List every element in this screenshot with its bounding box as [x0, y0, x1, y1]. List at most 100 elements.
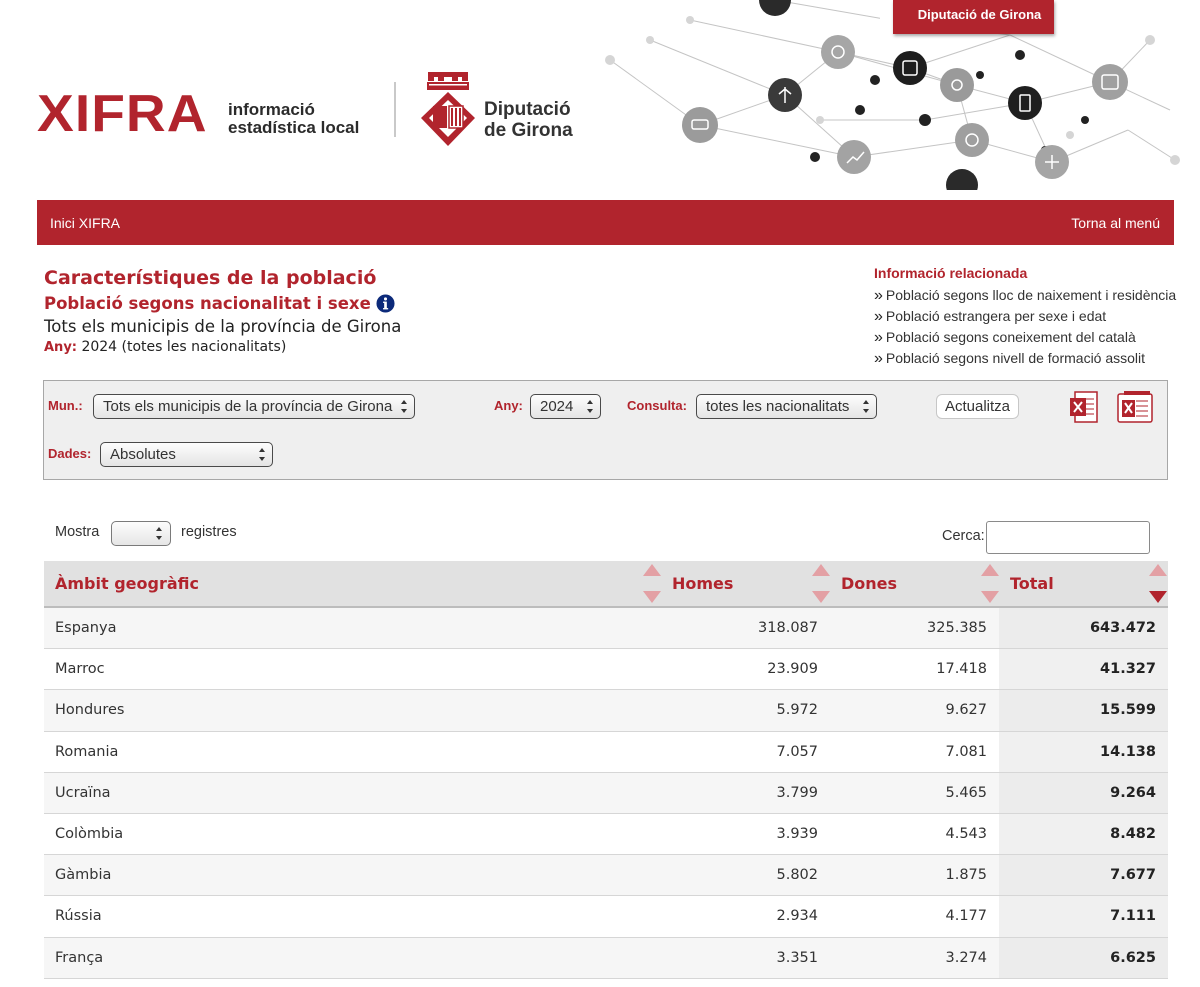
cell-total: 9.264	[1110, 784, 1156, 801]
table-row: Romania 7.057 7.081 14.138	[44, 731, 1168, 773]
municipality-label: Mun.:	[48, 398, 83, 413]
column-header-area-label: Àmbit geogràfic	[55, 574, 199, 593]
page-subtitle-text: Població segons nacionalitat i sexe	[44, 294, 371, 313]
related-link-text[interactable]: Població segons nivell de formació assol…	[886, 350, 1145, 366]
page-title: Característiques de la població	[44, 267, 377, 289]
query-select-value: totes les nacionalitats	[706, 398, 850, 415]
column-header-men[interactable]: Homes	[672, 561, 812, 606]
cell-total: 6.625	[1110, 949, 1156, 966]
municipality-select[interactable]: Tots els municipis de la província de Gi…	[93, 394, 415, 419]
cell-women: 5.465	[945, 784, 987, 801]
cell-total: 41.327	[1100, 661, 1156, 678]
cell-men: 3.351	[776, 949, 818, 966]
cell-area: França	[55, 949, 104, 966]
cell-men: 2.934	[776, 908, 818, 925]
nav-home-link[interactable]: Inici XIFRA	[50, 215, 120, 231]
related-link-text[interactable]: Població segons lloc de naixement i resi…	[886, 287, 1176, 303]
update-button[interactable]: Actualitza	[936, 394, 1019, 419]
select-arrows-icon	[401, 400, 407, 413]
cell-total: 643.472	[1089, 620, 1156, 636]
bullet-icon: »	[874, 308, 883, 325]
table-row: Hondures 5.972 9.627 15.599	[44, 690, 1168, 732]
column-header-area[interactable]: Àmbit geogràfic	[55, 561, 655, 606]
main-navbar: Inici XIFRA Torna al menú	[37, 200, 1174, 245]
select-arrows-icon	[259, 448, 265, 461]
related-link-text[interactable]: Població segons coneixement del català	[886, 329, 1136, 345]
cell-men: 3.939	[776, 825, 818, 842]
cell-total: 7.677	[1110, 867, 1156, 884]
year-summary-value: 2024 (totes les nacionalitats)	[81, 339, 287, 355]
site-header: XIFRA informació estadística local Diput…	[0, 0, 1200, 200]
cell-men: 23.909	[767, 661, 818, 678]
excel-export-all-icon[interactable]	[1114, 390, 1154, 424]
cell-area: Colòmbia	[55, 825, 124, 842]
select-arrows-icon	[863, 400, 869, 413]
cell-total: 8.482	[1110, 825, 1156, 842]
scope-text: Tots els municipis de la província de Gi…	[44, 317, 402, 336]
year-select[interactable]: 2024	[530, 394, 601, 419]
records-label: registres	[181, 524, 237, 540]
query-select[interactable]: totes les nacionalitats	[696, 394, 877, 419]
select-arrows-icon	[156, 527, 162, 540]
cell-total: 15.599	[1100, 702, 1156, 719]
xifra-logo-subtitle: informació estadística local	[228, 101, 359, 137]
page-length-select[interactable]	[111, 521, 171, 546]
table-row: França 3.351 3.274 6.625	[44, 937, 1168, 979]
column-header-total-label: Total	[1010, 574, 1054, 593]
sort-desc-icon[interactable]	[1146, 561, 1170, 606]
column-header-women[interactable]: Dones	[841, 561, 981, 606]
table-row: Espanya 318.087 325.385 643.472	[44, 608, 1168, 650]
cell-women: 4.543	[945, 825, 987, 842]
logo-sub-line1: informació	[228, 100, 315, 119]
select-arrows-icon	[587, 400, 593, 413]
related-link[interactable]: » Població segons nivell de formació asso…	[874, 348, 1174, 369]
year-label: Any:	[494, 398, 523, 413]
data-type-label: Dades:	[48, 446, 92, 461]
related-link[interactable]: » Població estrangera per sexe i edat	[874, 306, 1174, 327]
column-header-total[interactable]: Total	[1010, 561, 1150, 606]
cell-women: 4.177	[945, 908, 987, 925]
diputacio-crest-icon	[421, 72, 475, 146]
bullet-icon: »	[874, 329, 883, 346]
logo-sub-line2: estadística local	[228, 118, 360, 137]
data-type-select[interactable]: Absolutes	[100, 442, 273, 467]
org-line2: de Girona	[484, 120, 573, 141]
table-row: Gàmbia 5.802 1.875 7.677	[44, 855, 1168, 897]
bullet-icon: »	[874, 287, 883, 304]
cell-area: Hondures	[55, 702, 125, 719]
cell-total: 14.138	[1100, 743, 1156, 760]
info-icon[interactable]	[376, 294, 395, 313]
table-header: Àmbit geogràfic Homes Dones Total	[44, 561, 1168, 608]
municipality-select-value: Tots els municipis de la província de Gi…	[103, 398, 393, 415]
related-link-text[interactable]: Població estrangera per sexe i edat	[886, 308, 1106, 324]
cell-women: 3.274	[945, 949, 987, 966]
data-type-select-value: Absolutes	[110, 446, 176, 463]
sort-icon[interactable]	[640, 561, 664, 606]
cell-men: 7.057	[776, 743, 818, 760]
sort-icon[interactable]	[978, 561, 1002, 606]
excel-export-icon[interactable]	[1069, 390, 1099, 424]
column-header-women-label: Dones	[841, 574, 898, 593]
related-link[interactable]: » Població segons coneixement del català	[874, 327, 1174, 348]
related-info-title: Informació relacionada	[874, 265, 1028, 281]
year-summary-label: Any:	[44, 340, 77, 355]
xifra-logo[interactable]: XIFRA	[37, 88, 208, 140]
cell-women: 9.627	[945, 702, 987, 719]
cell-men: 5.802	[776, 867, 818, 884]
search-input[interactable]	[986, 521, 1150, 554]
nav-back-to-menu-link[interactable]: Torna al menú	[1071, 215, 1160, 231]
table-row: Colòmbia 3.939 4.543 8.482	[44, 813, 1168, 856]
query-label: Consulta:	[627, 398, 687, 413]
cell-women: 7.081	[945, 743, 987, 760]
year-summary: Any: 2024 (totes les nacionalitats)	[44, 339, 286, 355]
cell-women: 1.875	[945, 867, 987, 884]
related-link[interactable]: » Població segons lloc de naixement i res…	[874, 285, 1176, 306]
sort-icon[interactable]	[809, 561, 833, 606]
table-row: Ucraïna 3.799 5.465 9.264	[44, 772, 1168, 814]
cell-area: Romania	[55, 743, 119, 760]
bullet-icon: »	[874, 350, 883, 367]
nationality-table: Àmbit geogràfic Homes Dones Total Espany…	[44, 561, 1168, 979]
year-select-value: 2024	[540, 398, 574, 415]
diputacio-tab-link[interactable]: Diputació de Girona	[893, 0, 1054, 34]
cell-area: Espanya	[55, 620, 117, 636]
